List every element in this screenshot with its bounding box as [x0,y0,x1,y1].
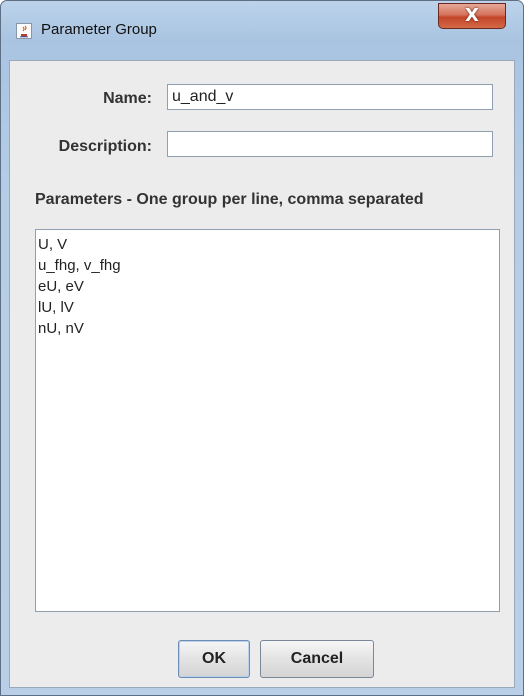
title-bar[interactable]: Parameter Group X [1,1,523,51]
description-input[interactable] [167,131,493,157]
parameter-line: u_fhg, v_fhg [38,257,121,274]
name-label: Name: [103,90,152,107]
window-title: Parameter Group [41,21,157,38]
dialog-content: Name: Description: Parameters - One grou… [9,60,515,688]
parameter-line: nU, nV [38,320,84,337]
parameter-line: lU, lV [38,299,74,316]
description-label: Description: [58,138,152,155]
ok-button[interactable]: OK [178,640,250,678]
cancel-button[interactable]: Cancel [260,640,374,678]
parameter-line: U, V [38,236,68,253]
parameters-textarea[interactable]: U, V u_fhg, v_fhg eU, eV lU, lV nU, nV [35,229,500,612]
parameter-group-dialog: Parameter Group X Name: Description: Par… [0,0,524,696]
name-input[interactable] [167,84,493,110]
java-cup-icon [16,23,32,39]
close-icon: X [465,5,479,26]
parameters-heading: Parameters - One group per line, comma s… [35,191,424,208]
parameter-line: eU, eV [38,278,84,295]
close-button[interactable]: X [438,3,506,29]
